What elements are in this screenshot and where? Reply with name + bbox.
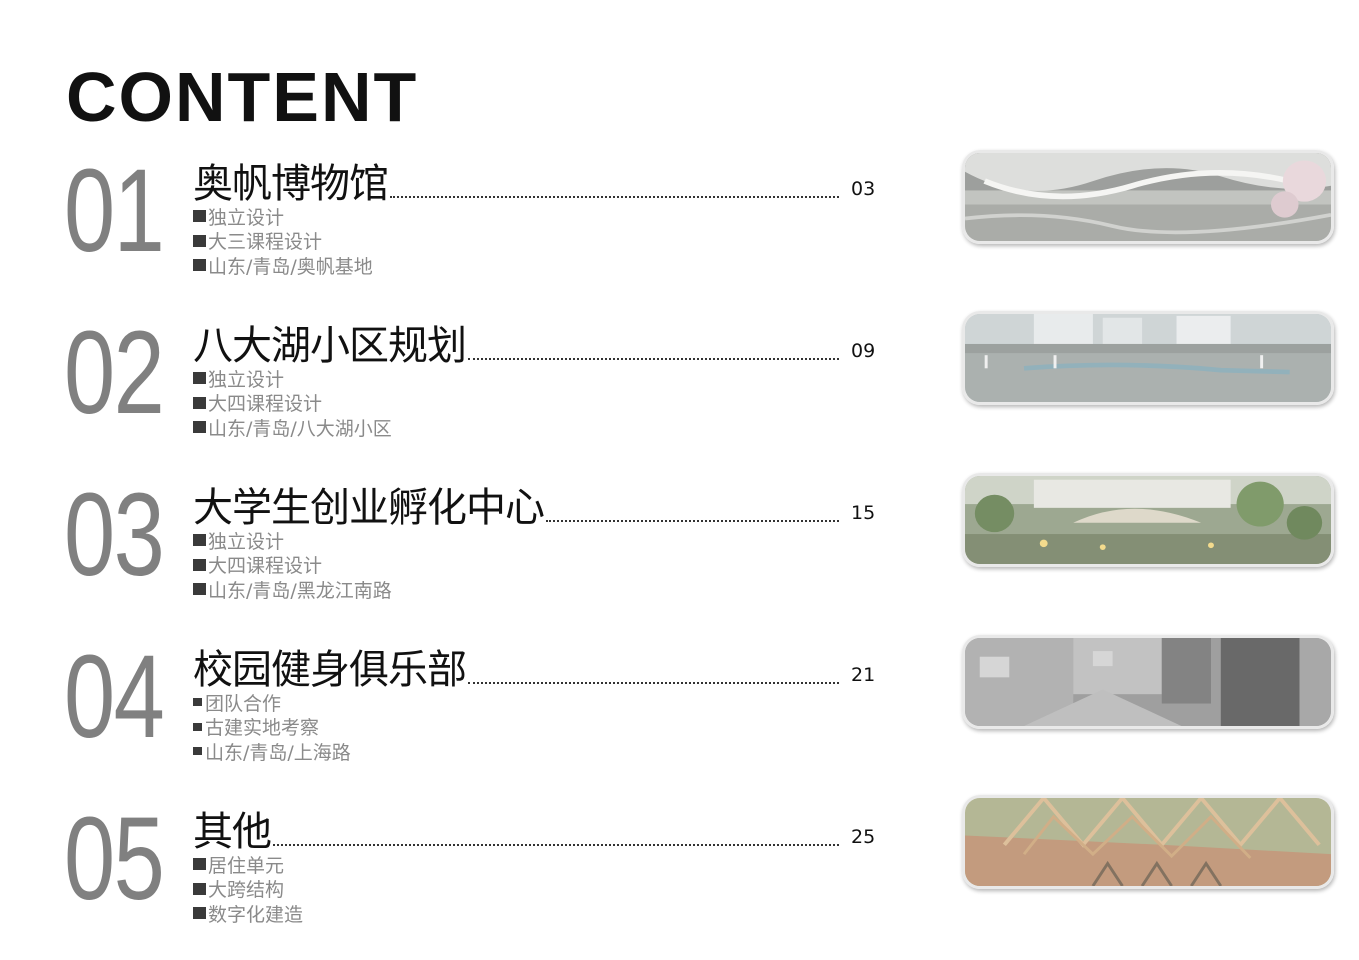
dotted-leader [273, 844, 839, 846]
entry-title[interactable]: 校园健身俱乐部 [193, 650, 467, 690]
detail-item: 数字化建造 [193, 901, 303, 926]
square-bullet-icon [193, 234, 206, 247]
thumbnail-residential[interactable] [962, 311, 1334, 405]
entry-details: 居住单元 大跨结构 数字化建造 [193, 852, 303, 926]
entry-details: 独立设计 大四课程设计 山东/青岛/黑龙江南路 [193, 528, 392, 602]
thumbnail-gym[interactable] [962, 635, 1334, 729]
square-bullet-icon [193, 558, 206, 571]
detail-item: 居住单元 [193, 852, 303, 877]
entry-number: 05 [64, 793, 165, 925]
detail-item: 大三课程设计 [193, 229, 373, 253]
page-number[interactable]: 09 [851, 340, 875, 362]
square-bullet-icon [193, 259, 206, 272]
entry-title[interactable]: 奥帆博物馆 [193, 164, 389, 204]
entry-number: 04 [64, 631, 165, 763]
square-bullet-icon [193, 421, 206, 434]
square-bullet-icon [193, 396, 206, 409]
detail-item: 大跨结构 [193, 877, 303, 901]
square-bullet-icon [193, 534, 206, 547]
entry-number: 01 [64, 145, 165, 277]
square-bullet-icon [193, 858, 206, 871]
dotted-leader [468, 682, 839, 684]
detail-item: 独立设计 [193, 528, 392, 553]
gym-photo [965, 638, 1331, 726]
square-bullet-icon [193, 747, 202, 756]
dotted-leader [468, 358, 839, 360]
square-bullet-icon [193, 372, 206, 385]
entry-details: 独立设计 大四课程设计 山东/青岛/八大湖小区 [193, 366, 392, 440]
detail-item: 团队合作 [193, 690, 351, 715]
detail-item: 山东/青岛/奥帆基地 [193, 253, 373, 278]
entry-title[interactable]: 大学生创业孵化中心 [193, 488, 545, 528]
entry-number: 02 [64, 307, 165, 439]
entry-details: 独立设计 大三课程设计 山东/青岛/奥帆基地 [193, 204, 373, 278]
square-bullet-icon [193, 907, 206, 920]
square-bullet-icon [193, 698, 202, 707]
square-bullet-icon [193, 882, 206, 895]
dotted-leader [390, 196, 839, 198]
page-number[interactable]: 15 [851, 502, 875, 524]
detail-item: 古建实地考察 [193, 715, 351, 739]
page-number[interactable]: 25 [851, 826, 875, 848]
square-bullet-icon [193, 722, 202, 731]
detail-item: 山东/青岛/黑龙江南路 [193, 577, 392, 602]
entry-title[interactable]: 其他 [193, 812, 272, 852]
square-bullet-icon [193, 210, 206, 223]
detail-item: 独立设计 [193, 366, 392, 391]
thumbnail-museum[interactable] [962, 150, 1334, 244]
entry-title[interactable]: 八大湖小区规划 [193, 326, 467, 366]
entry-details: 团队合作 古建实地考察 山东/青岛/上海路 [193, 690, 351, 764]
entry-number: 03 [64, 469, 165, 601]
structure-model-photo [965, 798, 1331, 886]
detail-item: 独立设计 [193, 204, 373, 229]
residential-photo [965, 314, 1331, 402]
thumbnail-incubator[interactable] [962, 473, 1334, 567]
page-number[interactable]: 03 [851, 178, 875, 200]
thumbnail-structure-model[interactable] [962, 795, 1334, 889]
square-bullet-icon [193, 583, 206, 596]
detail-item: 大四课程设计 [193, 553, 392, 577]
dotted-leader [546, 520, 839, 522]
content-heading: CONTENT [66, 58, 419, 136]
page-number[interactable]: 21 [851, 664, 875, 686]
incubator-photo [965, 476, 1331, 564]
museum-photo [965, 153, 1331, 241]
detail-item: 山东/青岛/上海路 [193, 739, 351, 764]
detail-item: 山东/青岛/八大湖小区 [193, 415, 392, 440]
detail-item: 大四课程设计 [193, 391, 392, 415]
